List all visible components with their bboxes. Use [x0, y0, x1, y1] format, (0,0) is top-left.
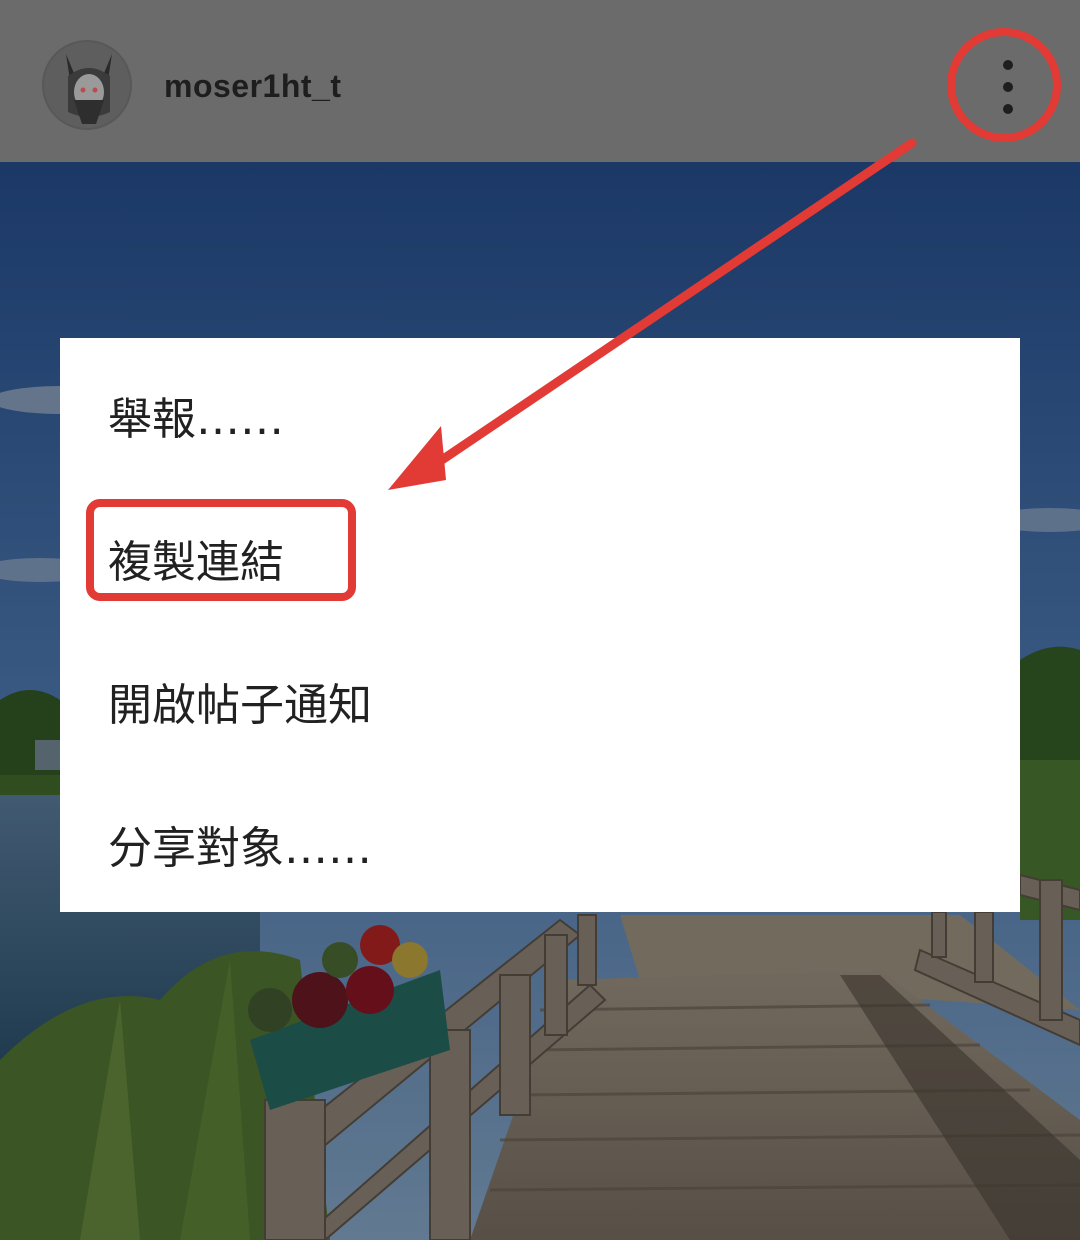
menu-item-turn-on-post-notifications[interactable]: 開啟帖子通知 [60, 624, 1020, 767]
menu-item-share-to[interactable]: 分享對象…… [60, 767, 1020, 910]
user-avatar[interactable] [42, 40, 132, 130]
menu-item-report[interactable]: 舉報…… [60, 338, 1020, 481]
more-options-button[interactable] [968, 48, 1048, 128]
menu-item-copy-link[interactable]: 複製連結 [60, 481, 1020, 624]
menu-item-label: 舉報…… [108, 394, 284, 445]
demon-avatar-icon [44, 42, 130, 128]
post-header: moser1ht_t [0, 0, 1080, 162]
menu-item-label: 開啟帖子通知 [108, 680, 372, 731]
menu-item-label: 複製連結 [108, 537, 284, 588]
username[interactable]: moser1ht_t [164, 68, 342, 105]
menu-item-label: 分享對象…… [108, 823, 372, 874]
options-menu: 舉報…… 複製連結 開啟帖子通知 分享對象…… [60, 338, 1020, 912]
